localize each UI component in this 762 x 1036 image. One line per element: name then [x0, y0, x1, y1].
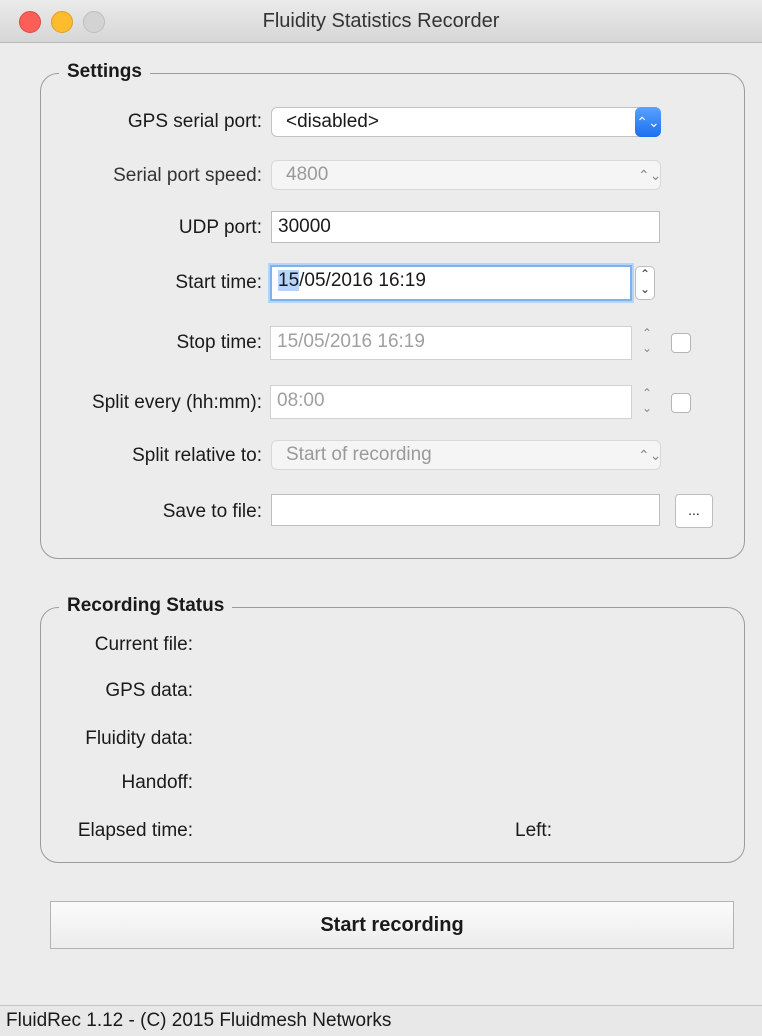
gps-serial-port-select[interactable]: <disabled> ⌃⌄: [271, 107, 661, 137]
start-time-label: Start time:: [175, 272, 262, 293]
stop-time-stepper[interactable]: ⌃ ⌄: [637, 326, 657, 360]
browse-file-button[interactable]: ...: [675, 494, 713, 528]
split-relative-value: Start of recording: [286, 444, 432, 465]
split-every-stepper[interactable]: ⌃ ⌄: [637, 386, 657, 420]
serial-port-speed-select[interactable]: 4800 ⌃⌄: [271, 160, 661, 190]
save-to-file-label: Save to file:: [162, 501, 262, 522]
save-to-file-input[interactable]: [271, 494, 660, 526]
gps-serial-port-label: GPS serial port:: [127, 111, 262, 132]
current-file-label: Current file:: [94, 634, 193, 655]
start-time-stepper[interactable]: ⌃ ⌄: [635, 266, 655, 300]
split-relative-select[interactable]: Start of recording ⌃⌄: [271, 440, 661, 470]
status-bar: FluidRec 1.12 - (C) 2015 Fluidmesh Netwo…: [0, 1005, 762, 1036]
split-every-checkbox[interactable]: [671, 393, 691, 413]
start-recording-button[interactable]: Start recording: [50, 901, 734, 949]
window-title: Fluidity Statistics Recorder: [262, 10, 500, 32]
settings-group: Settings: [40, 61, 745, 559]
gps-serial-port-value: <disabled>: [286, 111, 379, 132]
handoff-label: Handoff:: [121, 772, 193, 793]
start-time-selected-segment: 15: [278, 270, 300, 291]
title-bar: Fluidity Statistics Recorder: [0, 0, 762, 43]
start-time-rest: /05/2016 16:19: [299, 270, 426, 291]
elapsed-time-label: Elapsed time:: [77, 820, 193, 841]
serial-port-speed-label: Serial port speed:: [113, 165, 262, 186]
split-every-label: Split every (hh:mm):: [92, 392, 262, 413]
split-relative-label: Split relative to:: [132, 445, 262, 466]
stop-time-input[interactable]: 15/05/2016 16:19: [270, 326, 632, 360]
split-every-input[interactable]: 08:00: [270, 385, 632, 419]
serial-port-speed-value: 4800: [286, 164, 329, 185]
time-left-label: Left:: [515, 820, 552, 841]
recording-status-group-title: Recording Status: [59, 595, 233, 617]
start-time-input[interactable]: 15/05/2016 16:19: [270, 265, 632, 301]
udp-port-input[interactable]: 30000: [271, 211, 660, 243]
stop-time-label: Stop time:: [176, 332, 262, 353]
fluidity-data-label: Fluidity data:: [85, 728, 193, 749]
chevron-updown-icon: ⌃⌄: [638, 167, 662, 183]
chevron-updown-icon: ⌃⌄: [638, 447, 662, 463]
gps-data-label: GPS data:: [105, 680, 193, 701]
udp-port-label: UDP port:: [178, 217, 262, 238]
stop-time-checkbox[interactable]: [671, 333, 691, 353]
chevron-updown-icon: ⌃⌄: [635, 107, 661, 137]
settings-group-title: Settings: [59, 61, 150, 83]
